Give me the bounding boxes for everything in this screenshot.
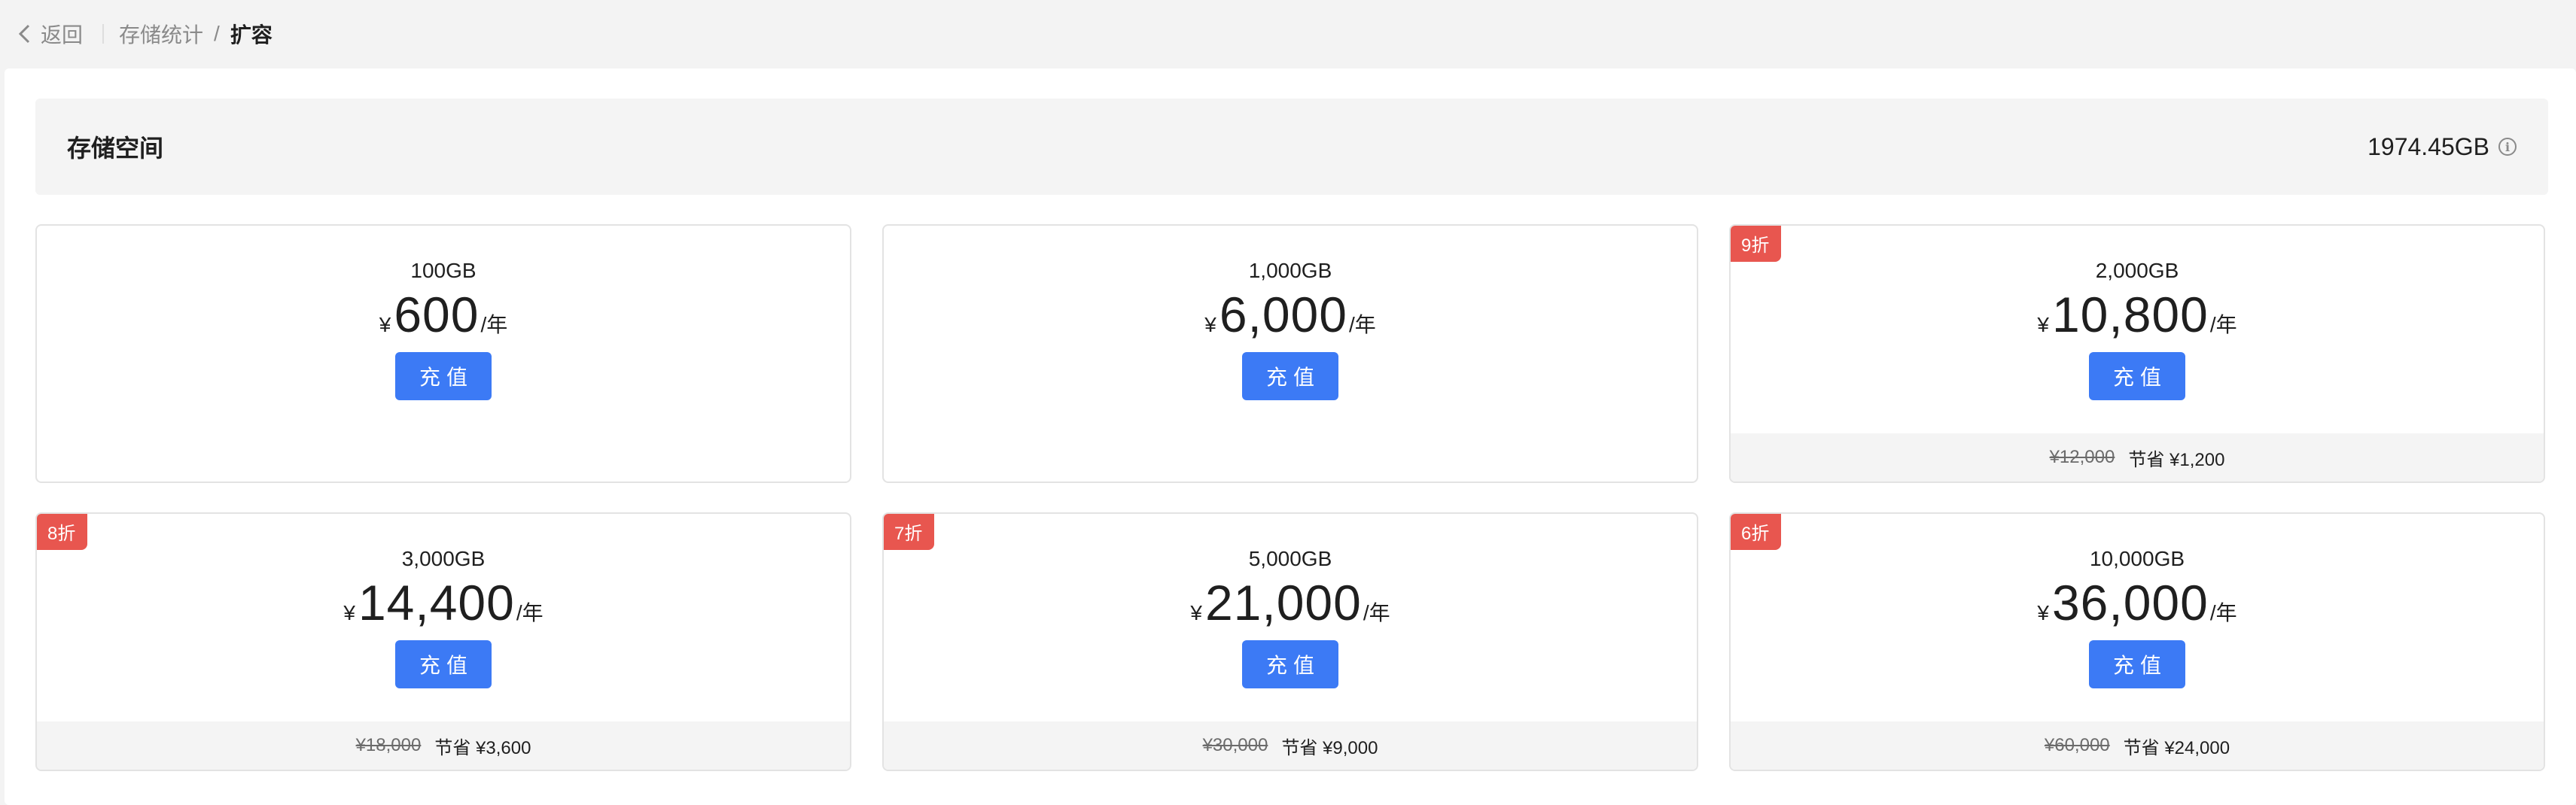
plan-price: ¥ 10,800 /年	[2037, 284, 2236, 345]
currency-symbol: ¥	[343, 601, 355, 624]
storage-value: 1974.45GB	[2367, 132, 2489, 160]
plan-capacity: 2,000GB	[2095, 259, 2179, 282]
back-label: 返回	[41, 23, 84, 47]
plan-savings: ¥18,000 节省 ¥3,600	[37, 721, 850, 770]
plan-card: 100GB ¥ 600 /年 充值	[35, 224, 851, 483]
plan-price: ¥ 600 /年	[379, 284, 507, 345]
price-unit: /年	[1348, 313, 1376, 336]
plan-card: 1,000GB ¥ 6,000 /年 充值	[882, 224, 1698, 483]
recharge-button[interactable]: 充值	[1242, 640, 1338, 688]
saving-amount: ¥24,000	[2164, 737, 2230, 758]
currency-symbol: ¥	[379, 313, 391, 336]
plan-capacity: 100GB	[410, 259, 477, 282]
currency-symbol: ¥	[1190, 601, 1202, 624]
saving-label: 节省	[1281, 737, 1318, 758]
plan-price: ¥ 6,000 /年	[1204, 284, 1376, 345]
plan-card: 9折 2,000GB ¥ 10,800 /年 充值 ¥12,000 节省 ¥1,…	[1729, 224, 2545, 483]
price-amount: 6,000	[1219, 287, 1347, 342]
main-panel: 存储空间 1974.45GB i 100GB ¥ 600 /年 充值 1,000…	[5, 68, 2576, 805]
info-icon[interactable]: i	[2498, 138, 2517, 156]
storage-title: 存储空间	[67, 135, 164, 162]
original-price: ¥60,000	[2044, 735, 2110, 755]
plan-card: 6折 10,000GB ¥ 36,000 /年 充值 ¥60,000 节省 ¥2…	[1729, 512, 2545, 771]
plan-body: 1,000GB ¥ 6,000 /年 充值	[884, 226, 1697, 433]
plan-card: 8折 3,000GB ¥ 14,400 /年 充值 ¥18,000 节省 ¥3,…	[35, 512, 851, 771]
breadcrumb-storage-stats[interactable]: 存储统计	[119, 19, 203, 49]
price-amount: 600	[394, 287, 480, 342]
saving-label: 节省	[434, 737, 471, 758]
breadcrumb-separator: /	[214, 22, 220, 45]
top-bar: 返回 存储统计 / 扩容	[0, 0, 2576, 68]
saving-amount: ¥9,000	[1323, 737, 1378, 758]
recharge-button[interactable]: 充值	[2089, 352, 2185, 400]
chevron-left-icon	[18, 24, 30, 44]
storage-summary: 存储空间 1974.45GB i	[35, 99, 2548, 195]
price-amount: 36,000	[2051, 575, 2209, 630]
price-unit: /年	[2209, 601, 2237, 624]
currency-symbol: ¥	[1204, 313, 1216, 336]
saving-label: 节省	[2123, 737, 2160, 758]
saving-amount: ¥3,600	[476, 737, 531, 758]
plan-price: ¥ 14,400 /年	[343, 573, 543, 633]
original-price: ¥18,000	[355, 735, 422, 755]
recharge-button[interactable]: 充值	[395, 640, 492, 688]
plan-body: 10,000GB ¥ 36,000 /年 充值	[1731, 514, 2544, 721]
divider	[102, 24, 105, 44]
plan-price: ¥ 21,000 /年	[1190, 573, 1390, 633]
plan-body: 2,000GB ¥ 10,800 /年 充值	[1731, 226, 2544, 433]
plan-savings: ¥30,000 节省 ¥9,000	[884, 721, 1697, 770]
price-amount: 10,800	[2051, 287, 2209, 342]
plan-price: ¥ 36,000 /年	[2037, 573, 2236, 633]
back-button[interactable]: 返回	[17, 19, 83, 49]
currency-symbol: ¥	[2037, 313, 2049, 336]
price-unit: /年	[2209, 313, 2237, 336]
saving-label: 节省	[2128, 449, 2165, 470]
original-price: ¥30,000	[1202, 735, 1268, 755]
price-amount: 21,000	[1204, 575, 1362, 630]
plan-capacity: 10,000GB	[2089, 547, 2185, 570]
plan-savings: ¥12,000 节省 ¥1,200	[1731, 433, 2544, 481]
original-price: ¥12,000	[2049, 447, 2115, 467]
saving-amount: ¥1,200	[2170, 449, 2225, 470]
plan-body: 100GB ¥ 600 /年 充值	[37, 226, 850, 433]
plan-capacity: 3,000GB	[401, 547, 486, 570]
plan-card: 7折 5,000GB ¥ 21,000 /年 充值 ¥30,000 节省 ¥9,…	[882, 512, 1698, 771]
plan-body: 5,000GB ¥ 21,000 /年 充值	[884, 514, 1697, 721]
storage-usage: 1974.45GB i	[2367, 133, 2517, 161]
plan-capacity: 1,000GB	[1248, 259, 1332, 282]
recharge-button[interactable]: 充值	[395, 352, 492, 400]
plan-savings: ¥60,000 节省 ¥24,000	[1731, 721, 2544, 770]
recharge-button[interactable]: 充值	[1242, 352, 1338, 400]
price-unit: /年	[480, 313, 508, 336]
plan-capacity: 5,000GB	[1248, 547, 1332, 570]
price-unit: /年	[1363, 601, 1390, 624]
price-unit: /年	[516, 601, 544, 624]
currency-symbol: ¥	[2037, 601, 2049, 624]
plan-body: 3,000GB ¥ 14,400 /年 充值	[37, 514, 850, 721]
price-amount: 14,400	[358, 575, 515, 630]
recharge-button[interactable]: 充值	[2089, 640, 2185, 688]
breadcrumb-current: 扩容	[230, 23, 273, 47]
